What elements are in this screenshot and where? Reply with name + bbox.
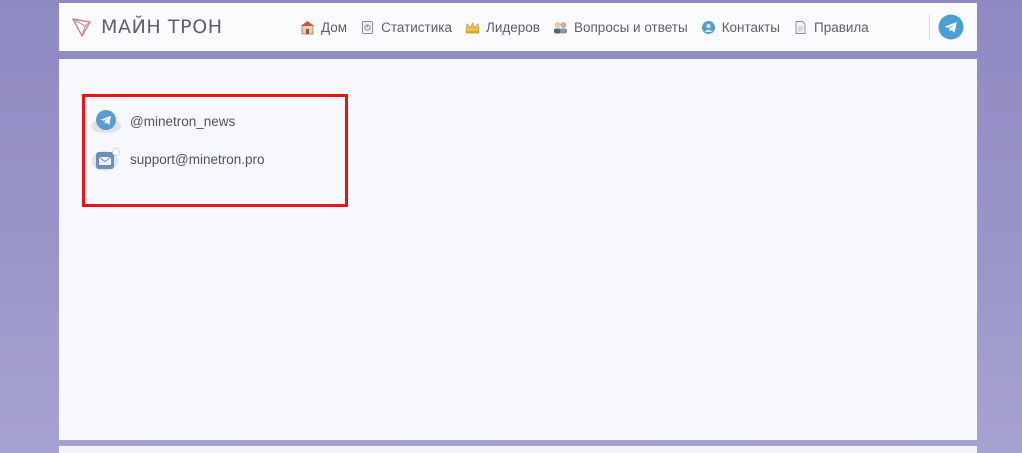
contact-telegram-handle: @minetron_news: [130, 113, 236, 129]
contact-email-address: support@minetron.pro: [130, 151, 265, 167]
home-icon: [300, 20, 315, 35]
top-header: МАЙН ТРОН Дом Статистика Лидеров Вопросы…: [59, 3, 977, 51]
nav-item-statistics[interactable]: Статистика: [360, 20, 452, 35]
mail-icon: [90, 145, 122, 173]
contacts-icon: [701, 20, 716, 35]
nav-label-leaders: Лидеров: [486, 19, 540, 35]
site-logo[interactable]: МАЙН ТРОН: [71, 16, 223, 38]
nav-label-home: Дом: [321, 19, 348, 35]
tron-logo-icon: [71, 16, 93, 38]
nav-label-faq: Вопросы и ответы: [573, 19, 688, 35]
main-content: @minetron_news support@minetron.pro: [59, 59, 977, 440]
header-telegram-button[interactable]: [938, 14, 964, 40]
nav-label-statistics: Статистика: [381, 19, 452, 35]
contact-telegram[interactable]: @minetron_news: [90, 106, 265, 136]
nav-label-contacts: Контакты: [721, 19, 780, 35]
statistics-icon: [360, 20, 375, 35]
nav-item-home[interactable]: Дом: [300, 20, 347, 35]
telegram-icon: [938, 14, 964, 40]
main-nav: Дом Статистика Лидеров Вопросы и ответы …: [300, 3, 869, 51]
contact-email[interactable]: support@minetron.pro: [90, 144, 265, 174]
document-icon: [793, 20, 808, 35]
nav-label-rules: Правила: [814, 19, 869, 35]
telegram-icon: [90, 107, 122, 135]
nav-item-faq[interactable]: Вопросы и ответы: [553, 20, 688, 35]
crown-icon: [465, 20, 480, 35]
footer-strip: [59, 446, 977, 453]
nav-divider: [929, 14, 930, 40]
nav-item-leaders[interactable]: Лидеров: [465, 20, 540, 35]
site-title: МАЙН ТРОН: [101, 16, 223, 38]
contacts-list: @minetron_news support@minetron.pro: [90, 106, 265, 182]
faq-icon: [553, 20, 568, 35]
nav-item-rules[interactable]: Правила: [793, 20, 869, 35]
nav-item-contacts[interactable]: Контакты: [701, 20, 780, 35]
